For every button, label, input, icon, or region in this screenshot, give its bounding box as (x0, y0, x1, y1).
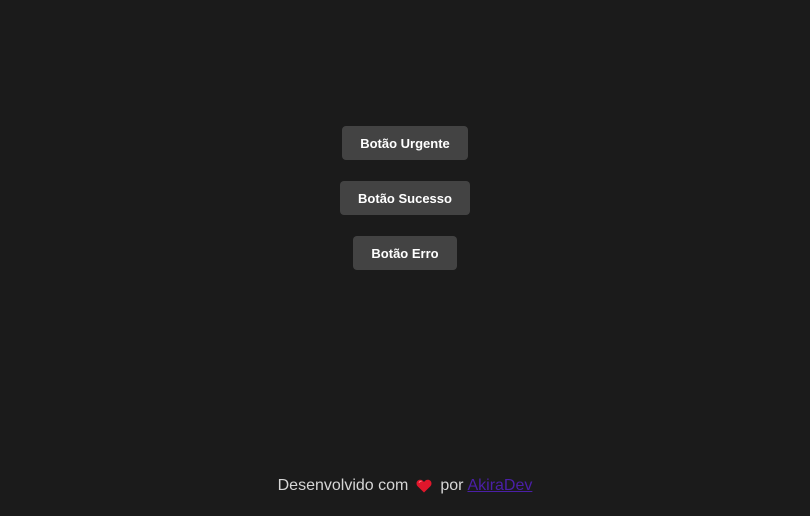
urgent-button[interactable]: Botão Urgente (342, 126, 468, 160)
footer: Desenvolvido com por AkiraDev (0, 476, 810, 496)
error-button[interactable]: Botão Erro (353, 236, 457, 270)
page: Botão Urgente Botão Sucesso Botão Erro D… (0, 0, 810, 516)
akiradev-link[interactable]: AkiraDev (467, 476, 532, 496)
success-button[interactable]: Botão Sucesso (340, 181, 470, 215)
footer-by: por (440, 477, 464, 494)
button-stack: Botão Urgente Botão Sucesso Botão Erro (0, 126, 810, 291)
footer-prefix: Desenvolvido com (277, 477, 409, 494)
heart-icon (416, 479, 432, 493)
